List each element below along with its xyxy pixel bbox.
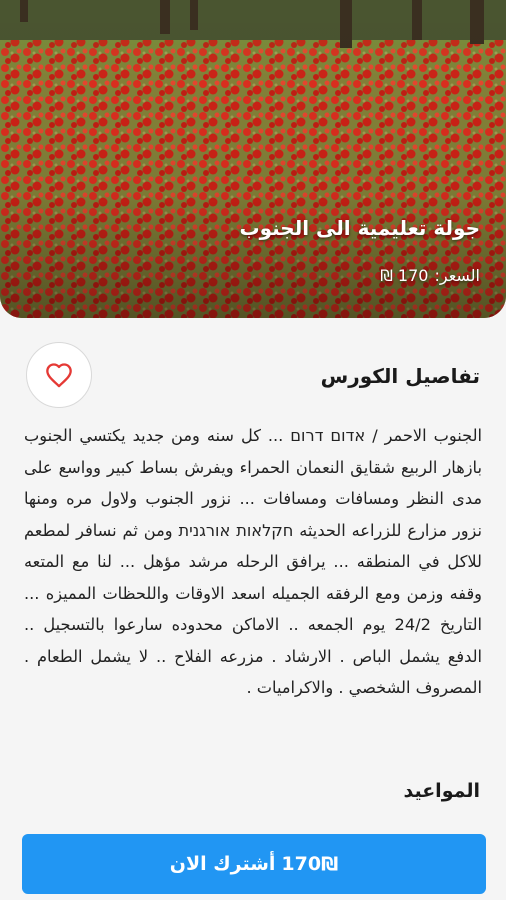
schedule-heading: المواعيد bbox=[403, 780, 480, 802]
course-details-heading: تفاصيل الكورس bbox=[320, 364, 480, 388]
subscribe-label: أشترك الان bbox=[169, 853, 276, 875]
subscribe-price: 170₪ bbox=[281, 853, 339, 875]
course-title: جولة تعليمية الى الجنوب bbox=[239, 216, 481, 240]
course-price: السعر: 170 ₪ bbox=[374, 266, 480, 285]
course-hero-image: جولة تعليمية الى الجنوب السعر: 170 ₪ bbox=[0, 0, 506, 318]
subscribe-button[interactable]: 170₪ أشترك الان bbox=[22, 834, 486, 894]
favorite-button[interactable] bbox=[26, 342, 92, 408]
heart-outline-icon bbox=[46, 363, 72, 388]
price-value: 170 ₪ bbox=[380, 266, 429, 285]
price-label: السعر: bbox=[434, 266, 480, 285]
course-description: الجنوب الاحمر / אדום דרום ... كل سنه ومن… bbox=[24, 426, 482, 697]
